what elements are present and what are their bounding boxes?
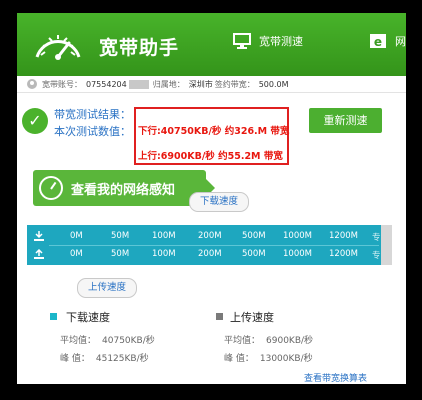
scale-tick: 50M <box>111 249 130 259</box>
account-info-bar: 宽带账号： 07554204 归属地： 深圳市 签约带宽： 500.0M <box>17 76 406 93</box>
scale-tick: 1000M <box>283 231 312 241</box>
download-scale-row: 0M 50M 100M 200M 500M 1000M 1200M 专线 <box>27 228 392 245</box>
app-window: 宽带助手 宽带测速 e 网 宽带账号： 07554204 归属地： 深圳市 签约… <box>17 13 406 384</box>
upload-scale-row: 0M 50M 100M 200M 500M 1000M 1200M 专线 <box>27 246 392 263</box>
upload-speed-marker: 上传速度 <box>77 278 138 298</box>
scale-tick: 1000M <box>283 249 312 259</box>
network-perception-label: 查看我的网络感知 <box>71 182 176 198</box>
contract-bandwidth-value: 500.0M <box>258 79 289 89</box>
download-legend-swatch <box>50 313 57 320</box>
download-speed-marker: 下载速度 <box>189 192 250 212</box>
upload-average-label: 平均值： <box>224 336 261 346</box>
scale-tick: 500M <box>242 249 266 259</box>
upload-peak-label: 峰 值： <box>224 354 254 364</box>
result-value-label: 本次测试数值： <box>54 125 131 138</box>
download-average: 平均值： 40750KB/秒 <box>60 333 155 346</box>
upload-stats-title: 上传速度 <box>230 311 274 324</box>
app-header: 宽带助手 宽带测速 e 网 <box>17 13 406 76</box>
ie-browser-icon: e <box>370 34 386 49</box>
scale-tick: 1200M <box>329 249 358 259</box>
redacted-block <box>128 79 149 89</box>
scale-tick: 0M <box>70 231 83 241</box>
contract-bandwidth-label: 签约带宽： <box>214 79 255 89</box>
nav-speed-test-label: 宽带测速 <box>259 35 303 48</box>
download-peak-value: 45125KB/秒 <box>95 354 149 364</box>
upload-peak-value: 13000KB/秒 <box>259 354 313 364</box>
download-stats-title: 下载速度 <box>66 311 110 324</box>
result-title: 带宽测试结果： <box>54 108 131 121</box>
scale-tick: 200M <box>198 231 222 241</box>
scale-end-cap <box>381 225 392 265</box>
retest-button[interactable]: 重新测速 <box>309 108 382 133</box>
upload-legend-swatch <box>216 313 223 320</box>
network-perception-button[interactable]: 查看我的网络感知 <box>33 170 215 206</box>
download-result: 下行:40750KB/秒 约326.M 带宽 <box>138 126 290 137</box>
gauge-icon <box>39 176 63 200</box>
speedometer-icon <box>35 35 81 60</box>
screenshot-frame: 宽带助手 宽带测速 e 网 宽带账号： 07554204 归属地： 深圳市 签约… <box>0 0 422 400</box>
speed-scale-bar: 0M 50M 100M 200M 500M 1000M 1200M 专线 0M … <box>27 225 392 265</box>
download-average-label: 平均值： <box>60 336 97 346</box>
scale-tick: 100M <box>152 231 176 241</box>
nav-network-label: 网 <box>395 35 406 48</box>
upload-icon <box>34 249 44 259</box>
user-icon <box>27 79 37 89</box>
bandwidth-conversion-link[interactable]: 查看带宽换算表 <box>304 371 367 384</box>
account-label: 宽带账号： <box>42 79 82 89</box>
download-icon <box>34 231 44 241</box>
account-value: 07554204 <box>86 79 127 89</box>
nav-speed-test[interactable]: 宽带测速 <box>233 33 303 49</box>
scale-tick: 1200M <box>329 231 358 241</box>
scale-tick: 50M <box>111 231 130 241</box>
location-label: 归属地： <box>152 79 185 89</box>
scale-tick: 100M <box>152 249 176 259</box>
app-title: 宽带助手 <box>99 37 180 59</box>
scale-tick: 200M <box>198 249 222 259</box>
download-peak-label: 峰 值： <box>60 354 90 364</box>
svg-text:e: e <box>374 35 382 49</box>
upload-result: 上行:6900KB/秒 约55.2M 带宽 <box>138 151 283 162</box>
nav-network[interactable]: e 网 <box>369 33 406 49</box>
download-average-value: 40750KB/秒 <box>102 336 155 346</box>
scale-tick: 500M <box>242 231 266 241</box>
upload-average-value: 6900KB/秒 <box>266 336 314 346</box>
scale-tick: 0M <box>70 249 83 259</box>
location-value: 深圳市 <box>188 79 213 89</box>
download-peak: 峰 值： 45125KB/秒 <box>60 351 149 364</box>
check-icon: ✓ <box>22 108 48 134</box>
monitor-icon <box>233 33 251 49</box>
upload-average: 平均值： 6900KB/秒 <box>224 333 313 346</box>
upload-peak: 峰 值： 13000KB/秒 <box>224 351 313 364</box>
